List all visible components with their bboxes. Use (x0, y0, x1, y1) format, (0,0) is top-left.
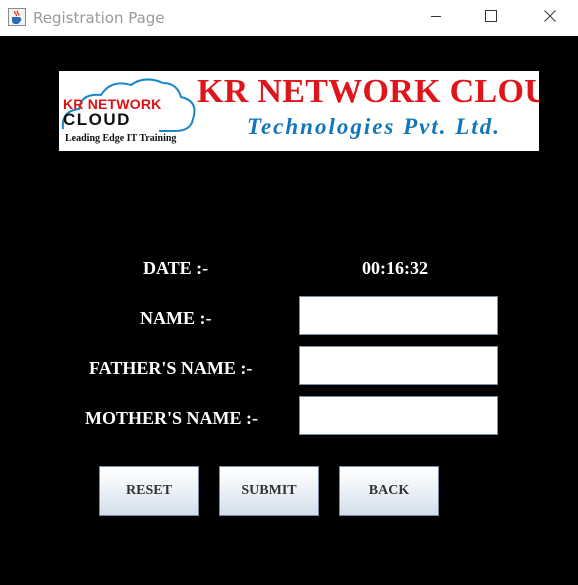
back-button[interactable]: BACK (339, 466, 439, 516)
logo-tagline: Leading Edge IT Training (65, 133, 177, 144)
submit-button[interactable]: SUBMIT (219, 466, 319, 516)
minimize-button[interactable] (413, 0, 459, 36)
logo-sub-text: Technologies Pvt. Ltd. (247, 114, 501, 139)
name-label: NAME :- (140, 308, 212, 328)
logo-main-text: KR NETWORK CLOUD (197, 73, 539, 110)
java-coffee-cup-icon (8, 8, 26, 26)
registration-window: Registration Page KR NETWORK CLOUD Leadi… (0, 0, 578, 585)
title-bar: Registration Page (0, 0, 578, 36)
logo-emblem: KR NETWORK CLOUD Leading Edge IT Trainin… (59, 71, 199, 151)
mother-name-label: MOTHER'S NAME :- (85, 408, 258, 428)
date-label: DATE :- (143, 258, 209, 278)
maximize-icon (485, 9, 497, 27)
maximize-button[interactable] (468, 0, 514, 36)
window-title: Registration Page (33, 9, 165, 27)
company-logo: KR NETWORK CLOUD Leading Edge IT Trainin… (59, 71, 539, 151)
father-name-field[interactable] (299, 346, 498, 385)
time-value: 00:16:32 (362, 258, 428, 278)
name-field[interactable] (299, 296, 498, 335)
reset-button[interactable]: RESET (99, 466, 199, 516)
mother-name-field[interactable] (299, 396, 498, 435)
logo-cloud-text: CLOUD (63, 110, 131, 129)
father-name-label: FATHER'S NAME :- (89, 358, 253, 378)
close-button[interactable] (527, 0, 573, 36)
minimize-icon (430, 9, 442, 27)
content-panel: KR NETWORK CLOUD Leading Edge IT Trainin… (0, 36, 578, 585)
close-icon (544, 9, 556, 27)
